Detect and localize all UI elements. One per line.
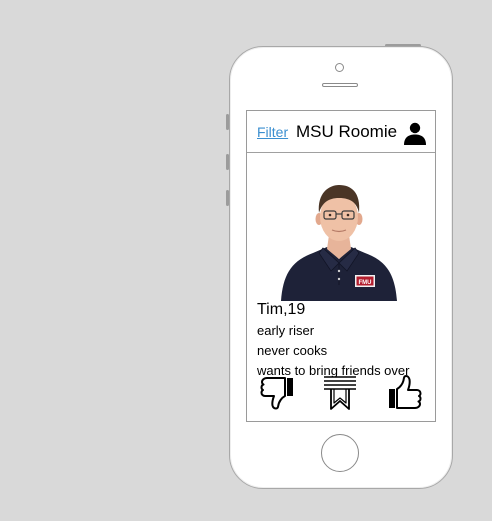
thumbs-down-icon[interactable] [259, 375, 295, 411]
filter-link[interactable]: Filter [257, 124, 288, 140]
app-title: MSU Roomie [296, 122, 398, 141]
app-header: Filter MSU Roomie [247, 111, 435, 153]
profile-trait: early riser [257, 323, 315, 338]
app-screen: Filter MSU Roomie FMU Tim,19 early riser… [246, 110, 436, 422]
profile-name-age: Tim,19 [257, 301, 306, 318]
bookmark-icon[interactable] [323, 375, 357, 411]
profile-trait: never cooks [257, 343, 328, 358]
person-icon[interactable] [403, 121, 427, 145]
profile-photo: FMU [281, 185, 397, 301]
shirt-logo-text: FMU [359, 280, 372, 286]
home-button[interactable] [321, 434, 359, 472]
front-camera [335, 63, 344, 72]
thumbs-up-icon[interactable] [387, 373, 423, 411]
earpiece-speaker [322, 83, 358, 87]
